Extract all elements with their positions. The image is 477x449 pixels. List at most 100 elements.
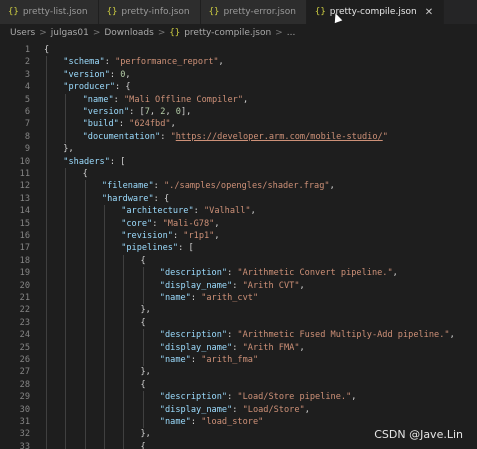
code-line: 21 "name": "arith_cvt" [0, 292, 477, 304]
tab-pretty-compile[interactable]: {} pretty-compile.json ✕ [306, 0, 445, 24]
code-token: : [104, 57, 116, 68]
code-token: , [351, 392, 357, 403]
tab-pretty-info[interactable]: {} pretty-info.json [98, 0, 201, 24]
line-number: 33 [19, 441, 30, 449]
documentation-link[interactable]: https://developer.arm.com/mobile-studio/ [176, 132, 383, 142]
code-editor[interactable]: 1{2 "schema": "performance_report", 3 "vers… [0, 41, 477, 449]
line-number: 20 [19, 280, 30, 291]
code-token: , [149, 107, 161, 117]
json-file-icon: {} [169, 27, 181, 38]
code-token: "load_store" [201, 417, 264, 427]
close-tab-icon[interactable]: ✕ [425, 7, 433, 18]
code-text: { [44, 44, 49, 56]
line-number: 7 [24, 119, 30, 130]
code-token: "display_name" [159, 280, 233, 291]
code-token: "architecture" [121, 206, 194, 217]
code-token: , [299, 342, 305, 353]
code-token: : [190, 293, 202, 303]
line-number: 4 [24, 82, 30, 93]
line-number: 1 [24, 45, 30, 55]
code-token: "Mali-G78" [162, 218, 215, 229]
code-text: }, [141, 304, 151, 316]
code-token: { [82, 169, 88, 179]
breadcrumb-item[interactable]: Users [10, 28, 35, 38]
code-text: "name": "arith_cvt" [160, 292, 258, 304]
code-line: 31 "name": "load_store" [0, 416, 477, 428]
code-token: , [243, 94, 249, 105]
indent-guide [142, 267, 144, 305]
code-line: 24 "description": "Arithmetic Fused Multi… [0, 329, 477, 341]
code-token: "Arithmetic Convert pipeline." [237, 268, 393, 279]
line-number: 28 [19, 379, 30, 390]
line-number: 5 [24, 94, 30, 105]
breadcrumb-item[interactable]: ... [287, 28, 296, 38]
code-token: "filename" [101, 181, 154, 192]
code-token: "arith_fma" [201, 355, 259, 365]
code-token: "name" [159, 293, 191, 303]
code-token: "display_name" [159, 342, 233, 353]
code-token: "description" [159, 268, 228, 279]
code-line: 7 "build": "624fbd", [0, 118, 477, 130]
code-line: 16 "revision": "r1p1", [0, 230, 477, 242]
code-line: 26 "name": "arith_fma" [0, 354, 477, 366]
code-line: 25 "display_name": "Arith FMA", [0, 342, 477, 354]
code-token: }, [140, 367, 151, 378]
code-line: 9}, [0, 143, 477, 155]
code-token: "r1p1" [183, 231, 215, 241]
code-line: 23 { [0, 317, 477, 329]
code-token: "./samples/opengles/shader.frag" [164, 181, 330, 192]
code-line: 3 "version": 0, [0, 69, 477, 81]
code-text: }, [141, 366, 151, 378]
tab-pretty-list[interactable]: {} pretty-list.json [0, 0, 99, 24]
breadcrumb-item[interactable]: julgas01 [51, 28, 89, 38]
breadcrumb-item[interactable]: Downloads [104, 28, 153, 38]
breadcrumb-item[interactable]: pretty-compile.json [184, 28, 271, 38]
json-file-icon: {} [314, 7, 326, 17]
code-token: "Arith CVT" [242, 280, 300, 291]
line-number: 10 [19, 156, 30, 167]
code-token: , [165, 107, 176, 117]
code-text: "name": "arith_fma" [160, 354, 258, 366]
code-token: "pipelines" [121, 243, 179, 254]
code-token: , [299, 280, 305, 291]
indent-guide [103, 205, 105, 449]
breadcrumb: Users > julgas01 > Downloads >{} pretty-compil… [0, 24, 477, 41]
code-text: { [141, 379, 146, 391]
line-number: 6 [24, 107, 30, 117]
code-line: 14 "architecture": "Valhall", [0, 205, 477, 217]
line-number: 23 [19, 317, 30, 328]
tab-label: pretty-compile.json [329, 7, 417, 17]
breadcrumb-separator: > [39, 27, 47, 38]
code-text: "display_name": "Load/Store", [160, 404, 310, 416]
code-token: "version" [82, 107, 130, 117]
code-text: "schema": "performance_report", [63, 56, 223, 68]
line-number: 26 [19, 355, 30, 365]
code-token: : [232, 342, 243, 353]
code-token: "624fbd" [129, 119, 171, 130]
code-line: 33 { [0, 441, 477, 449]
code-token: : [ [109, 156, 126, 167]
line-number: 19 [19, 268, 30, 279]
code-text: "version": [7, 2, 0], [83, 106, 192, 118]
breadcrumb-separator: > [275, 27, 283, 38]
code-token: "arith_cvt" [201, 293, 259, 303]
code-line: 22}, [0, 304, 477, 316]
tab-pretty-error[interactable]: {} pretty-error.json [200, 0, 307, 24]
code-token: , [218, 57, 224, 68]
code-line: 5 "name": "Mali Offline Compiler", [0, 94, 477, 106]
breadcrumb-separator: > [157, 27, 166, 38]
code-line: 15 "core": "Mali-G78", [0, 218, 477, 230]
code-line: 28 { [0, 379, 477, 391]
code-line: 10 "shaders": [ [0, 156, 477, 168]
line-number: 24 [19, 330, 30, 341]
code-token: "name" [82, 94, 114, 105]
code-line: 4 "producer": { [0, 81, 477, 93]
code-text: "description": "Load/Store pipeline.", [160, 391, 357, 403]
line-number: 15 [19, 218, 30, 229]
code-token: "hardware" [101, 193, 154, 204]
code-token: "revision" [121, 231, 173, 241]
code-line: 6 "version": [7, 2, 0], [0, 106, 477, 118]
line-number: 13 [19, 193, 30, 204]
code-token: : [118, 119, 130, 130]
code-token: "producer" [63, 82, 116, 93]
